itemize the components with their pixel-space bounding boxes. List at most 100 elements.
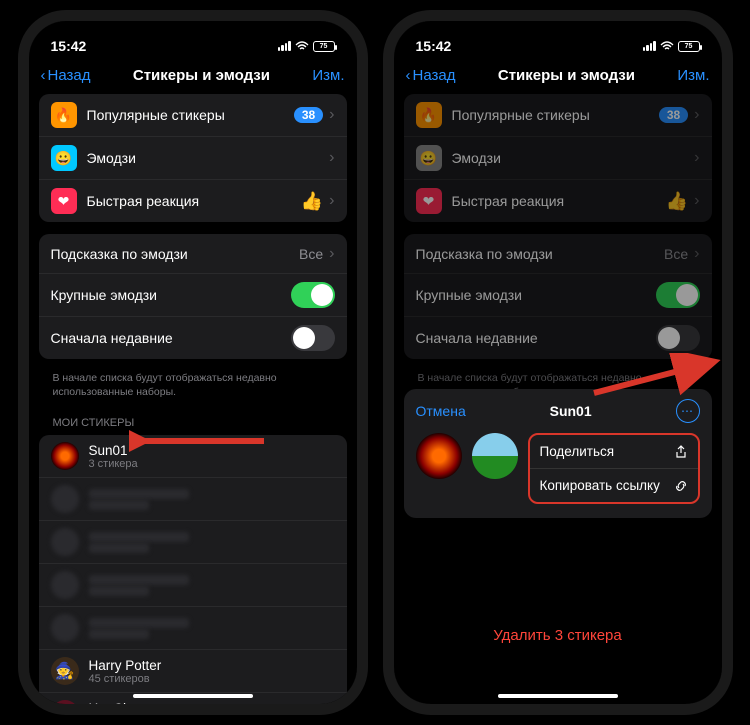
chevron-right-icon: › bbox=[694, 192, 699, 210]
row-recent-first: Сначала недавние bbox=[39, 317, 347, 359]
pack-thumb: 🍒 bbox=[51, 700, 79, 704]
row-label: Быстрая реакция bbox=[452, 193, 666, 209]
row-label: Популярные стикеры bbox=[87, 107, 294, 123]
settings-group-2: Подсказка по эмодзи Все › Крупные эмодзи… bbox=[404, 234, 712, 359]
flame-icon: 🔥 bbox=[51, 102, 77, 128]
toggle-large-emoji[interactable] bbox=[291, 282, 335, 308]
phone-right: 15:42 75 ‹ Назад Стикеры и эмодзи Изм. 🔥… bbox=[383, 10, 733, 715]
emoji-icon: 😀 bbox=[416, 145, 442, 171]
reaction-value: 👍 bbox=[301, 191, 323, 212]
notch bbox=[118, 21, 268, 45]
pack-title: Hot Cherry bbox=[89, 701, 335, 704]
phone-left: 15:42 75 ‹ Назад Стикеры и эмодзи Изм. 🔥… bbox=[18, 10, 368, 715]
pack-item-blurred[interactable] bbox=[39, 607, 347, 650]
action-label: Копировать ссылку bbox=[540, 478, 660, 493]
settings-group-2: Подсказка по эмодзи Все › Крупные эмодзи… bbox=[39, 234, 347, 359]
row-popular-stickers[interactable]: 🔥 Популярные стикеры 38 › bbox=[39, 94, 347, 137]
page-title: Стикеры и эмодзи bbox=[90, 67, 312, 84]
row-emoji-suggest[interactable]: Подсказка по эмодзи Все › bbox=[404, 234, 712, 274]
copy-link-button[interactable]: Копировать ссылку bbox=[530, 469, 698, 502]
row-label: Крупные эмодзи bbox=[51, 287, 291, 303]
notch bbox=[483, 21, 633, 45]
battery-icon: 75 bbox=[313, 41, 335, 52]
chevron-left-icon: ‹ bbox=[406, 67, 411, 84]
cancel-button[interactable]: Отмена bbox=[416, 403, 466, 419]
screen-left: 15:42 75 ‹ Назад Стикеры и эмодзи Изм. 🔥… bbox=[29, 21, 357, 704]
settings-group-1: 🔥 Популярные стикеры 38 › 😀 Эмодзи › ❤ Б… bbox=[404, 94, 712, 222]
pack-title: Harry Potter bbox=[89, 658, 335, 673]
section-header-my-stickers: МОИ СТИКЕРЫ bbox=[39, 407, 347, 435]
reaction-value: 👍 bbox=[666, 191, 688, 212]
status-right: 75 bbox=[278, 41, 335, 52]
hint-text: В начале списка будут отображаться недав… bbox=[39, 371, 347, 407]
delete-stickers-button[interactable]: Удалить 3 стикера bbox=[394, 627, 722, 644]
signal-icon bbox=[278, 41, 291, 51]
row-label: Эмодзи bbox=[452, 150, 689, 166]
row-quick-reaction[interactable]: ❤ Быстрая реакция 👍 › bbox=[39, 180, 347, 222]
pack-subtitle: 45 стикеров bbox=[89, 673, 335, 685]
chevron-right-icon: › bbox=[329, 192, 334, 210]
pack-sun01[interactable]: Sun01 3 стикера bbox=[39, 435, 347, 478]
share-button[interactable]: Поделиться bbox=[530, 435, 698, 469]
page-title: Стикеры и эмодзи bbox=[455, 67, 677, 84]
signal-icon bbox=[643, 41, 656, 51]
row-emoji[interactable]: 😀 Эмодзи › bbox=[404, 137, 712, 180]
pack-title: Sun01 bbox=[89, 443, 335, 458]
back-label: Назад bbox=[413, 67, 456, 84]
chevron-right-icon: › bbox=[694, 245, 699, 263]
edit-button[interactable]: Изм. bbox=[677, 67, 709, 84]
badge-count: 38 bbox=[294, 107, 323, 123]
edit-button[interactable]: Изм. bbox=[312, 67, 344, 84]
action-label: Поделиться bbox=[540, 444, 615, 459]
back-button[interactable]: ‹ Назад bbox=[41, 67, 91, 84]
status-time: 15:42 bbox=[51, 38, 87, 54]
battery-icon: 75 bbox=[678, 41, 700, 52]
row-label: Подсказка по эмодзи bbox=[416, 246, 665, 262]
emoji-icon: 😀 bbox=[51, 145, 77, 171]
row-emoji-suggest[interactable]: Подсказка по эмодзи Все › bbox=[39, 234, 347, 274]
share-icon bbox=[674, 445, 688, 459]
pack-harry-potter[interactable]: 🧙 Harry Potter 45 стикеров bbox=[39, 650, 347, 693]
pack-item-blurred[interactable] bbox=[39, 478, 347, 521]
home-indicator[interactable] bbox=[133, 694, 253, 698]
row-label: Эмодзи bbox=[87, 150, 324, 166]
badge-count: 38 bbox=[659, 107, 688, 123]
toggle-large-emoji[interactable] bbox=[656, 282, 700, 308]
row-label: Популярные стикеры bbox=[452, 107, 659, 123]
row-emoji[interactable]: 😀 Эмодзи › bbox=[39, 137, 347, 180]
row-recent-first: Сначала недавние bbox=[404, 317, 712, 359]
settings-group-1: 🔥 Популярные стикеры 38 › 😀 Эмодзи › ❤ Б… bbox=[39, 94, 347, 222]
pack-item-blurred[interactable] bbox=[39, 564, 347, 607]
heart-icon: ❤ bbox=[51, 188, 77, 214]
back-label: Назад bbox=[48, 67, 91, 84]
link-icon bbox=[674, 479, 688, 493]
row-value: Все bbox=[299, 246, 323, 262]
more-button[interactable]: ⋯ bbox=[676, 399, 700, 423]
wifi-icon bbox=[295, 41, 309, 51]
row-label: Сначала недавние bbox=[416, 330, 656, 346]
wifi-icon bbox=[660, 41, 674, 51]
pack-item-blurred[interactable] bbox=[39, 521, 347, 564]
chevron-right-icon: › bbox=[329, 149, 334, 167]
row-label: Быстрая реакция bbox=[87, 193, 301, 209]
back-button[interactable]: ‹ Назад bbox=[406, 67, 456, 84]
chevron-right-icon: › bbox=[329, 106, 334, 124]
toggle-recent-first[interactable] bbox=[656, 325, 700, 351]
toggle-recent-first[interactable] bbox=[291, 325, 335, 351]
menu-title: Sun01 bbox=[466, 403, 676, 419]
chevron-right-icon: › bbox=[329, 245, 334, 263]
row-popular-stickers[interactable]: 🔥 Популярные стикеры 38 › bbox=[404, 94, 712, 137]
pack-subtitle: 3 стикера bbox=[89, 458, 335, 470]
pack-thumb bbox=[51, 442, 79, 470]
sticker-preview-2[interactable] bbox=[472, 433, 518, 479]
row-quick-reaction[interactable]: ❤ Быстрая реакция 👍 › bbox=[404, 180, 712, 222]
status-time: 15:42 bbox=[416, 38, 452, 54]
sticker-preview-1[interactable] bbox=[416, 433, 462, 479]
status-right: 75 bbox=[643, 41, 700, 52]
row-large-emoji: Крупные эмодзи bbox=[404, 274, 712, 317]
row-large-emoji: Крупные эмодзи bbox=[39, 274, 347, 317]
screen-right: 15:42 75 ‹ Назад Стикеры и эмодзи Изм. 🔥… bbox=[394, 21, 722, 704]
home-indicator[interactable] bbox=[498, 694, 618, 698]
action-menu: Поделиться Копировать ссылку bbox=[528, 433, 700, 504]
my-stickers-list: Sun01 3 стикера 🧙 Harry Potter 45 стикер… bbox=[39, 435, 347, 704]
